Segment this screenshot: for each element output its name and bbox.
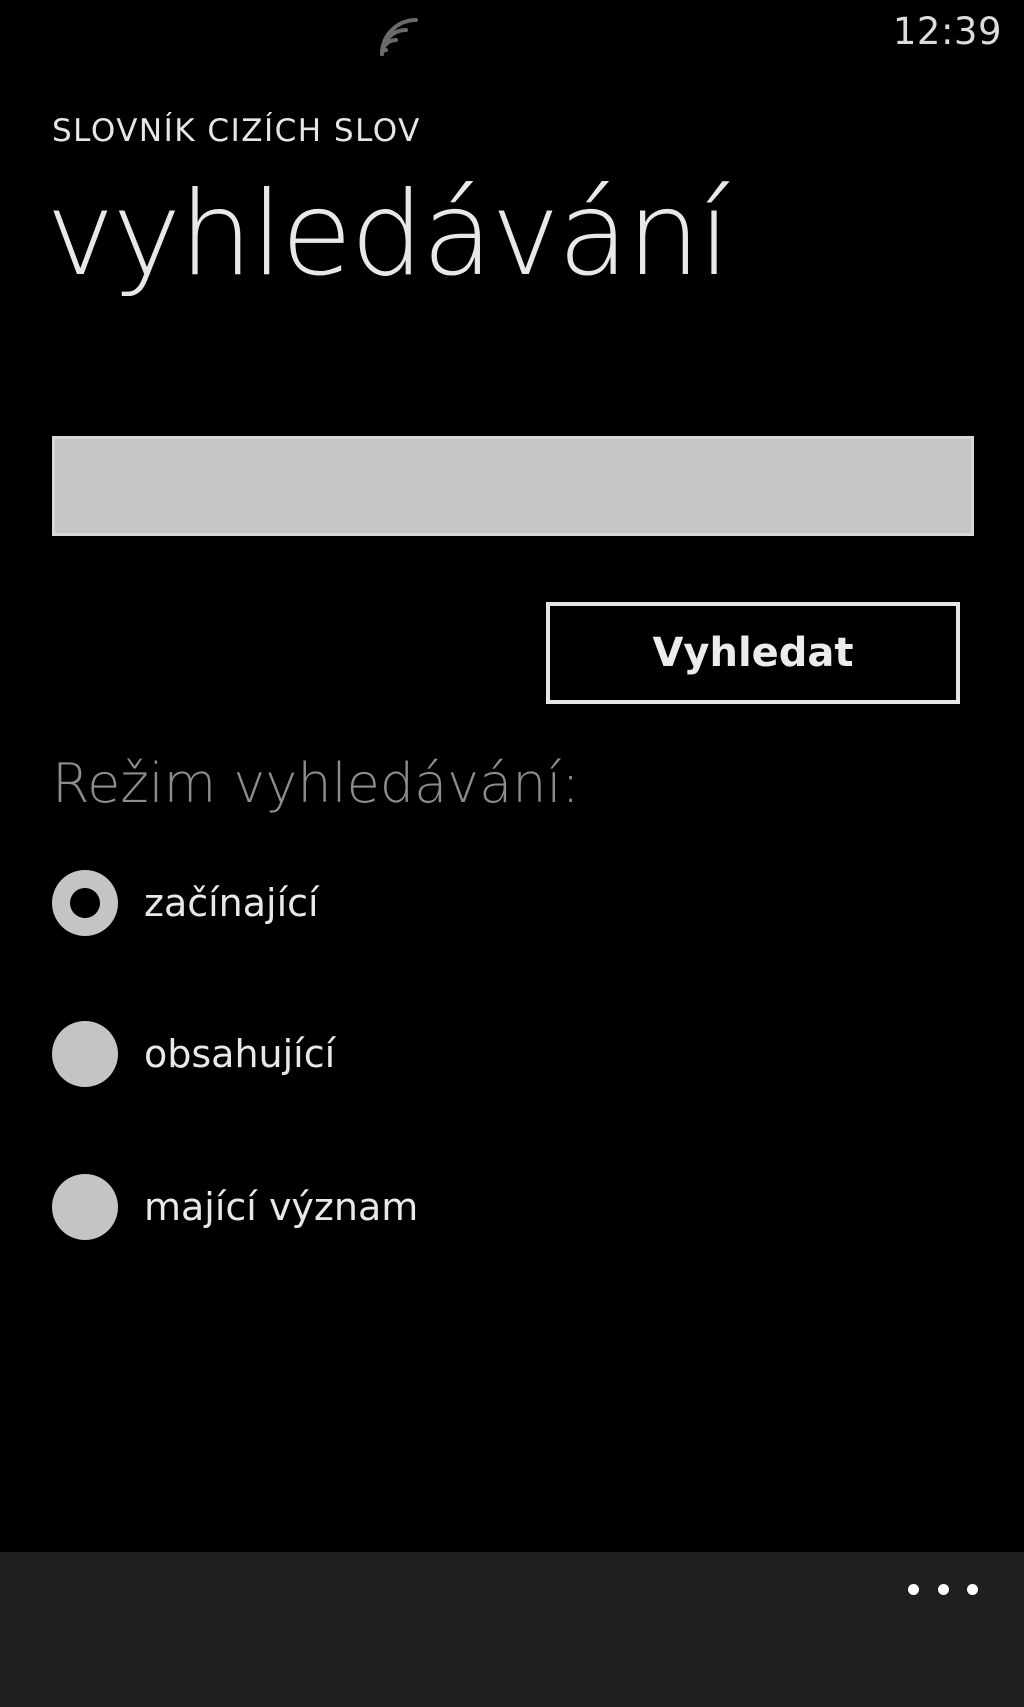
search-input[interactable]: [52, 436, 974, 536]
radio-label-meaning: mající význam: [144, 1185, 419, 1229]
radio-option-containing[interactable]: obsahující: [52, 1019, 335, 1089]
app-bar: [0, 1552, 1024, 1707]
radio-option-starting[interactable]: začínající: [52, 868, 319, 938]
status-clock: 12:39: [892, 10, 1002, 53]
radio-unselected-icon[interactable]: [52, 1021, 118, 1087]
wifi-signal-icon: [380, 18, 418, 56]
radio-selected-icon[interactable]: [52, 870, 118, 936]
radio-label-starting: začínající: [144, 881, 319, 925]
page-title: vyhledávání: [46, 167, 731, 302]
dot: [967, 1583, 978, 1595]
ellipsis-icon[interactable]: [908, 1574, 978, 1604]
dot: [937, 1583, 949, 1595]
search-mode-label: Režim vyhledávání:: [52, 752, 580, 815]
status-bar: 12:39: [0, 0, 1024, 64]
radio-option-meaning[interactable]: mající význam: [52, 1172, 418, 1242]
radio-unselected-icon[interactable]: [52, 1174, 118, 1240]
radio-label-containing: obsahující: [144, 1032, 336, 1076]
search-button[interactable]: Vyhledat: [546, 602, 960, 704]
app-title: SLOVNÍK CIZÍCH SLOV: [52, 113, 421, 149]
dot: [908, 1583, 919, 1595]
